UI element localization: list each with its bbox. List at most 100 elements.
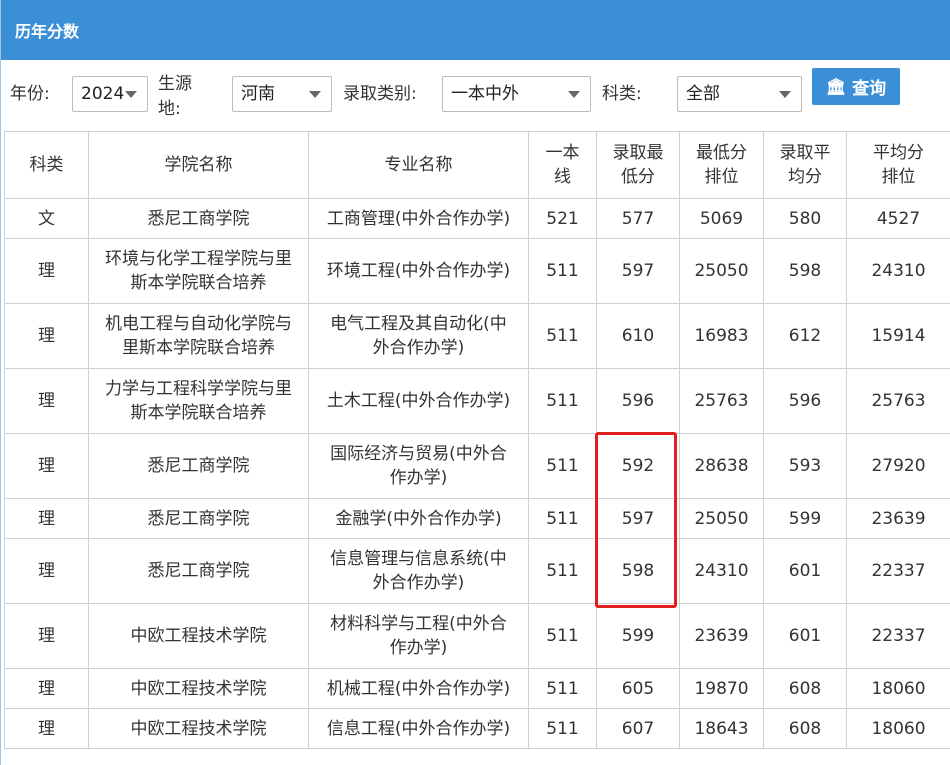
min-rank-cell: 25763 [679,368,764,434]
subject-cell-text: 理 [38,626,55,646]
avg-score-cell-text: 608 [788,678,822,699]
chevron-down-icon [309,91,321,98]
avg-score-cell-text: 593 [788,456,822,476]
min-rank-cell-text: 24310 [694,561,749,581]
line-cell-text: 521 [546,208,579,229]
table-row: 理 悉尼工商学院 国际经济与贸易(中外合 作办学) 511 592 28638 593 2792… [4,433,950,499]
college-cell-text: 悉尼工商学院 [147,456,250,476]
subject-select[interactable]: 全部 [677,76,802,112]
major-cell-text: 机械工程(中外合作办学) [326,678,511,699]
major-cell-text: 作办学) [389,468,448,488]
major-cell: 机械工程(中外合作办学) [308,668,529,709]
avg-score-cell-text: 599 [788,508,822,529]
subject-cell: 理 [4,708,89,749]
subject-cell: 文 [4,198,89,239]
avg-rank-cell-text: 18060 [871,718,926,739]
column-header: 科类 [4,131,89,199]
college-cell-text: 悉尼工商学院 [147,561,250,581]
min-score-cell-text: 596 [621,391,655,411]
major-cell: 金融学(中外合作办学) [308,498,529,539]
min-rank-cell-text: 25050 [694,508,749,529]
min-rank-cell: 16983 [679,303,764,369]
min-rank-cell: 18643 [679,708,764,749]
subject-cell: 理 [4,368,89,434]
college-cell: 悉尼工商学院 [88,433,309,499]
college-cell: 中欧工程技术学院 [88,668,309,709]
min-rank-cell: 25050 [679,498,764,539]
college-cell: 中欧工程技术学院 [88,603,309,669]
year-label: 年份: [10,84,50,104]
column-header-text: 排位 [704,167,739,187]
column-header-text: 最低分 [696,143,747,163]
subject-cell: 理 [4,603,89,669]
subject-cell-text: 理 [38,456,55,476]
table-row: 理 悉尼工商学院 金融学(中外合作办学) 511 597 25050 599 23639 [4,498,950,539]
major-cell: 土木工程(中外合作办学) [308,368,529,434]
college-cell: 悉尼工商学院 [88,538,309,604]
origin-label-line2: 地: [158,99,181,119]
avg-score-cell-text: 596 [788,391,822,411]
line-cell: 511 [528,433,597,499]
line-cell: 511 [528,498,597,539]
avg-rank-cell: 4527 [846,198,950,239]
subject-cell: 理 [4,668,89,709]
line-cell: 511 [528,303,597,369]
min-rank-cell-text: 19870 [694,678,749,699]
min-rank-cell-text: 25763 [694,391,749,411]
avg-score-cell: 596 [763,368,847,434]
table-row: 理 中欧工程技术学院 材料科学与工程(中外合 作办学) 511 599 23639 601 22… [4,603,950,669]
college-cell: 机电工程与自动化学院与 里斯本学院联合培养 [88,303,309,369]
avg-rank-cell: 18060 [846,668,950,709]
category-select[interactable]: 一本中外 [442,76,591,112]
table-row: 理 中欧工程技术学院 信息工程(中外合作办学) 511 607 18643 608 18060 [4,708,950,749]
min-score-cell: 610 [596,303,680,369]
major-cell-text: 金融学(中外合作办学) [335,508,502,529]
line-cell-text: 511 [546,261,579,281]
avg-rank-cell-text: 27920 [871,456,926,476]
avg-rank-cell-text: 25763 [871,391,926,411]
category-select-value: 一本中外 [451,84,519,104]
subject-cell-text: 文 [38,208,55,229]
college-cell-text: 里斯本学院联合培养 [122,338,275,358]
panel-header: 历年分数 [1,0,950,60]
min-rank-cell: 28638 [679,433,764,499]
year-select-value: 2024 [81,84,125,104]
avg-score-cell-text: 601 [788,626,822,646]
avg-score-cell: 580 [763,198,847,239]
min-score-cell-text: 607 [621,718,655,739]
major-cell-text: 材料科学与工程(中外合 [330,614,507,634]
query-button-label: 查询 [852,79,887,99]
year-select[interactable]: 2024 [72,76,148,112]
table-row: 理 中欧工程技术学院 机械工程(中外合作办学) 511 605 19870 608 18060 [4,668,950,709]
major-cell: 电气工程及其自动化(中 外合作办学) [308,303,529,369]
min-score-cell-text: 597 [621,508,655,529]
line-cell-text: 511 [546,508,579,529]
line-cell: 511 [528,668,597,709]
avg-rank-cell: 25763 [846,368,950,434]
column-header: 一本线 [528,131,597,199]
avg-score-cell: 612 [763,303,847,369]
min-rank-cell-text: 28638 [694,456,749,476]
avg-score-cell: 601 [763,538,847,604]
subject-label: 科类: [602,84,642,104]
min-rank-cell-text: 16983 [694,326,749,346]
min-score-cell: 607 [596,708,680,749]
min-score-cell-text: 605 [621,678,655,699]
origin-select[interactable]: 河南 [232,76,332,112]
avg-score-cell-text: 598 [788,261,822,281]
avg-score-cell-text: 612 [788,326,822,346]
line-cell: 511 [528,603,597,669]
avg-rank-cell-text: 15914 [871,326,926,346]
min-rank-cell: 25050 [679,238,764,304]
avg-rank-cell: 24310 [846,238,950,304]
query-button[interactable]: 🏛 查询 [812,68,900,105]
subject-cell-text: 理 [38,561,55,581]
line-cell-text: 511 [546,456,579,476]
avg-score-cell: 608 [763,708,847,749]
table-row: 文 悉尼工商学院 工商管理(中外合作办学) 521 577 5069 580 4527 [4,198,950,239]
subject-cell-text: 理 [38,678,55,699]
major-cell: 环境工程(中外合作办学) [308,238,529,304]
college-cell-text: 悉尼工商学院 [147,208,250,229]
college-cell-text: 中欧工程技术学院 [130,678,267,699]
column-header: 平均分 排位 [846,131,950,199]
